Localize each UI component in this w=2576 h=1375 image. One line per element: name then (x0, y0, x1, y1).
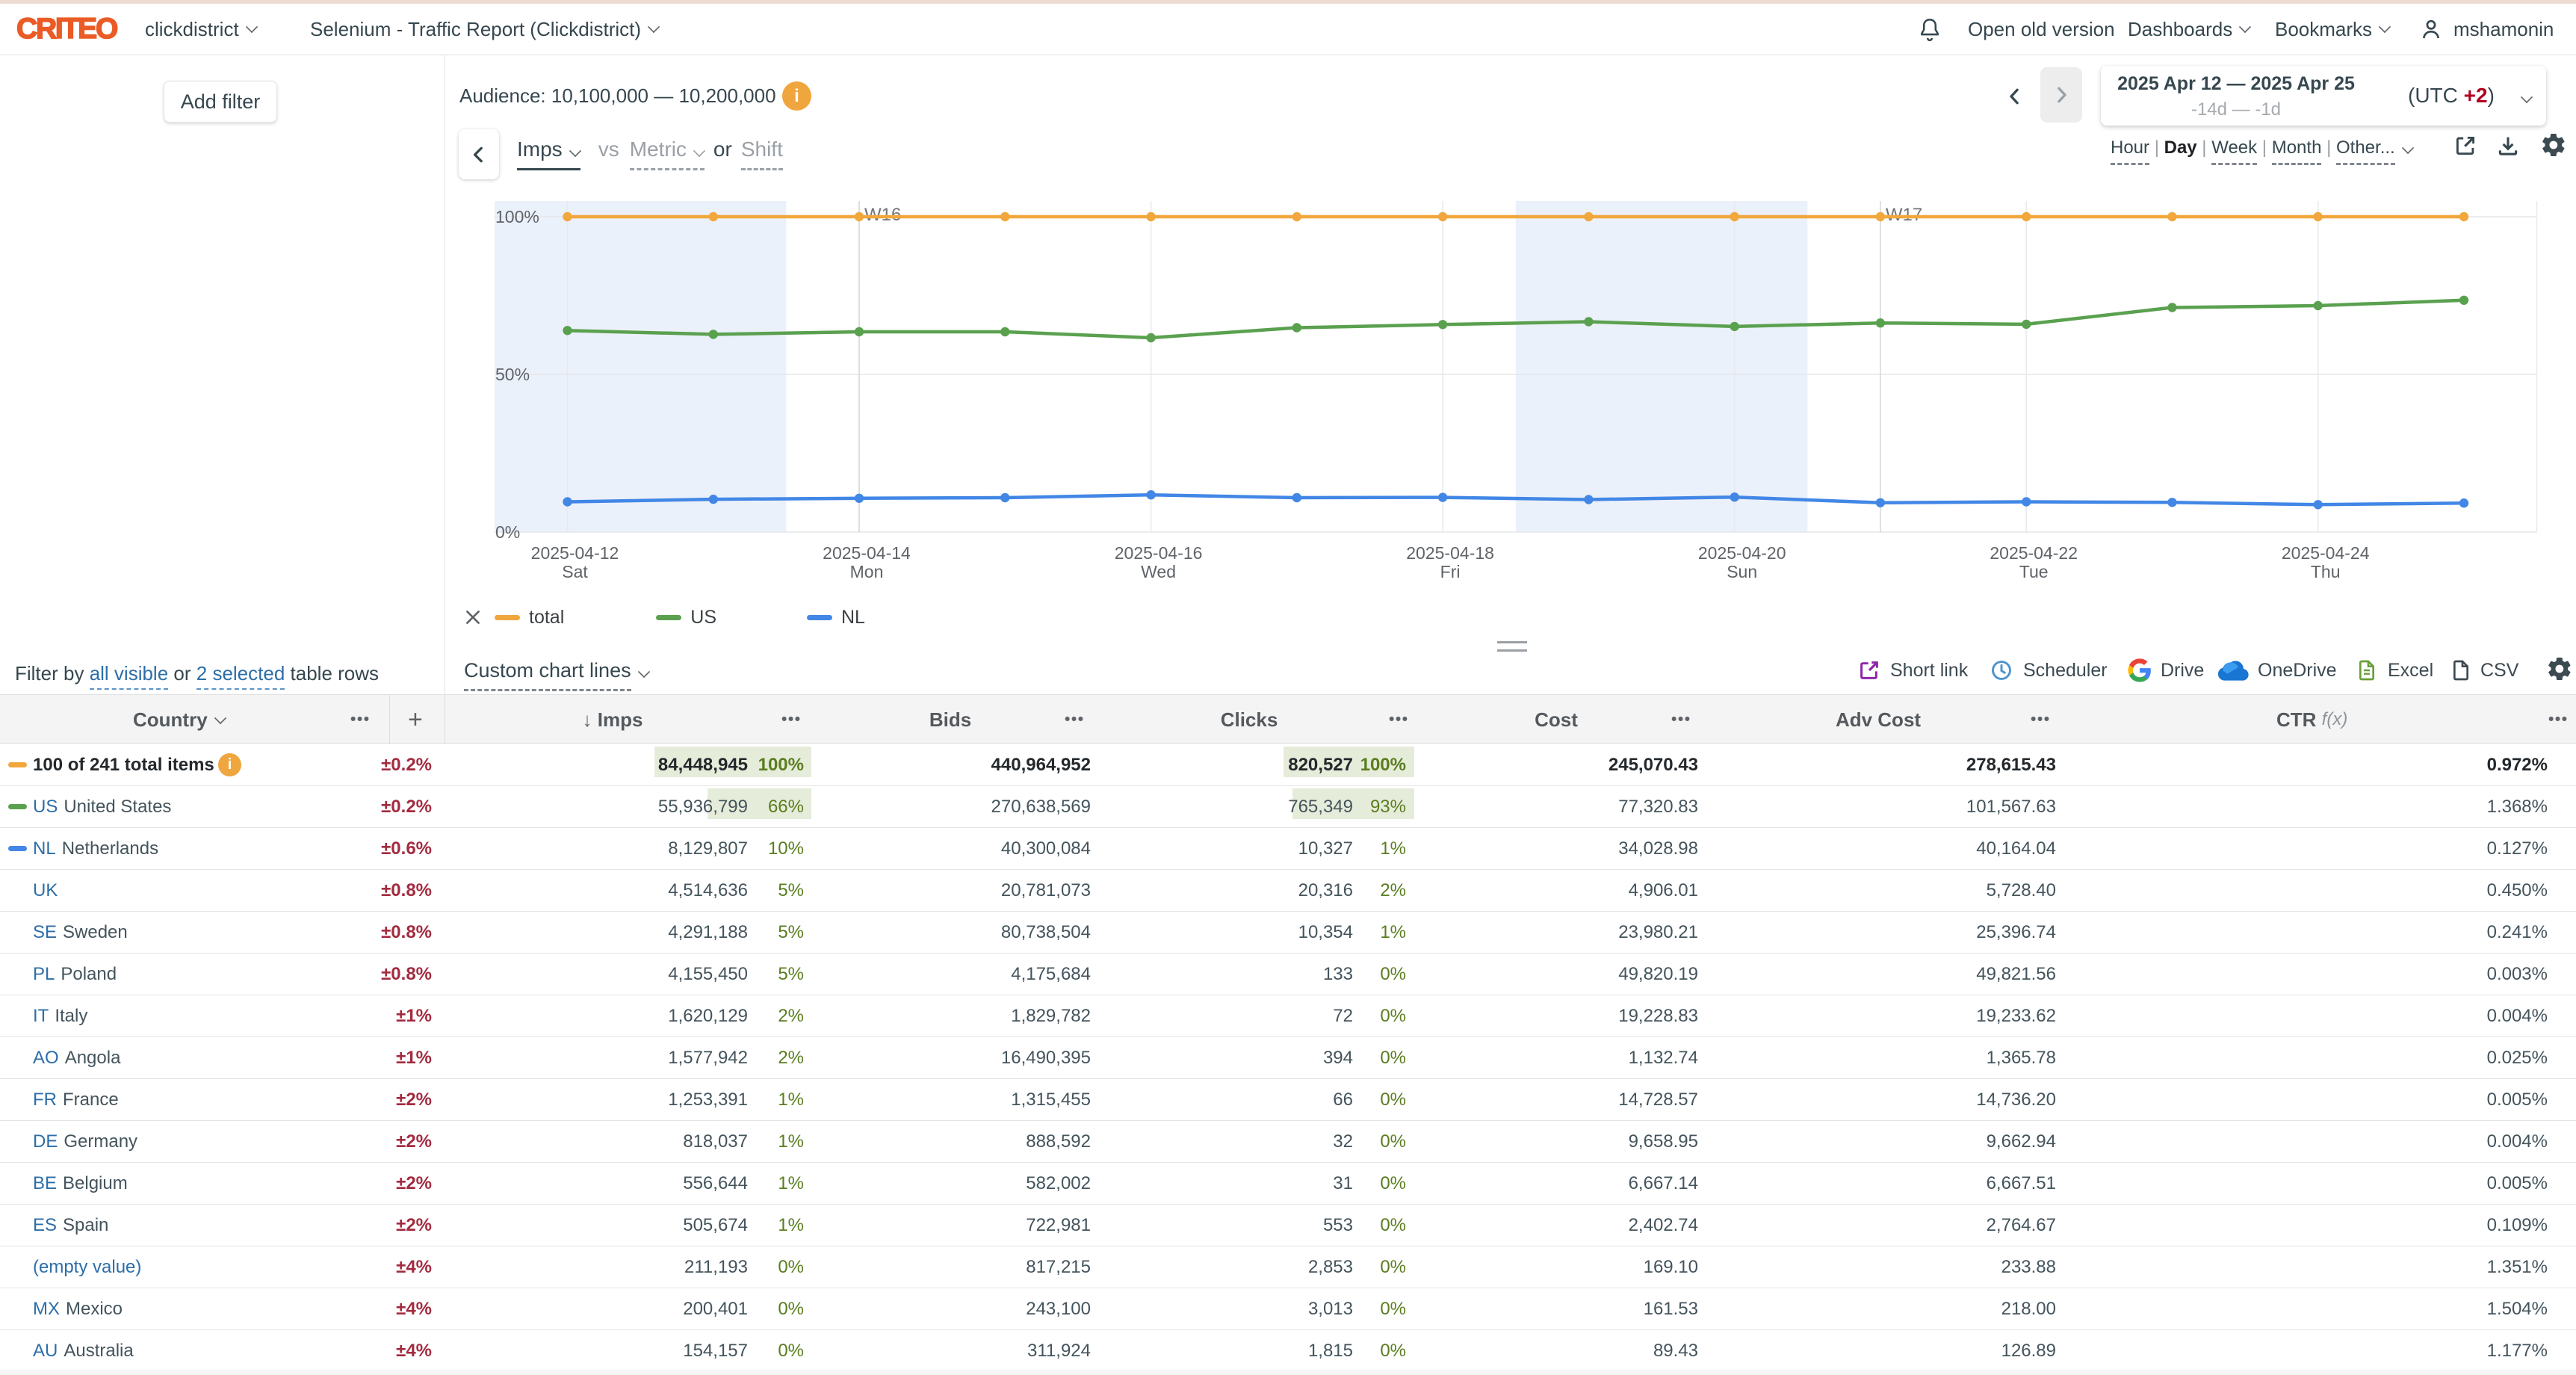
svg-text:2025-04-16: 2025-04-16 (1115, 543, 1203, 563)
svg-text:2025-04-18: 2025-04-18 (1406, 543, 1494, 563)
svg-text:Sun: Sun (1727, 562, 1757, 581)
svg-text:2025-04-22: 2025-04-22 (1990, 543, 2078, 563)
svg-text:Mon: Mon (850, 562, 884, 581)
svg-text:2025-04-12: 2025-04-12 (531, 543, 619, 563)
svg-text:W17: W17 (1886, 205, 1922, 225)
svg-text:100%: 100% (495, 207, 539, 226)
svg-text:Tue: Tue (2019, 562, 2049, 581)
svg-text:Fri: Fri (1440, 562, 1461, 581)
svg-text:0%: 0% (495, 522, 520, 542)
svg-text:2025-04-24: 2025-04-24 (2282, 543, 2370, 563)
svg-text:50%: 50% (495, 365, 530, 384)
svg-text:2025-04-20: 2025-04-20 (1698, 543, 1786, 563)
svg-text:2025-04-14: 2025-04-14 (823, 543, 911, 563)
svg-text:W16: W16 (864, 205, 901, 225)
svg-text:Wed: Wed (1141, 562, 1176, 581)
svg-text:Sat: Sat (562, 562, 588, 581)
svg-text:Thu: Thu (2311, 562, 2341, 581)
